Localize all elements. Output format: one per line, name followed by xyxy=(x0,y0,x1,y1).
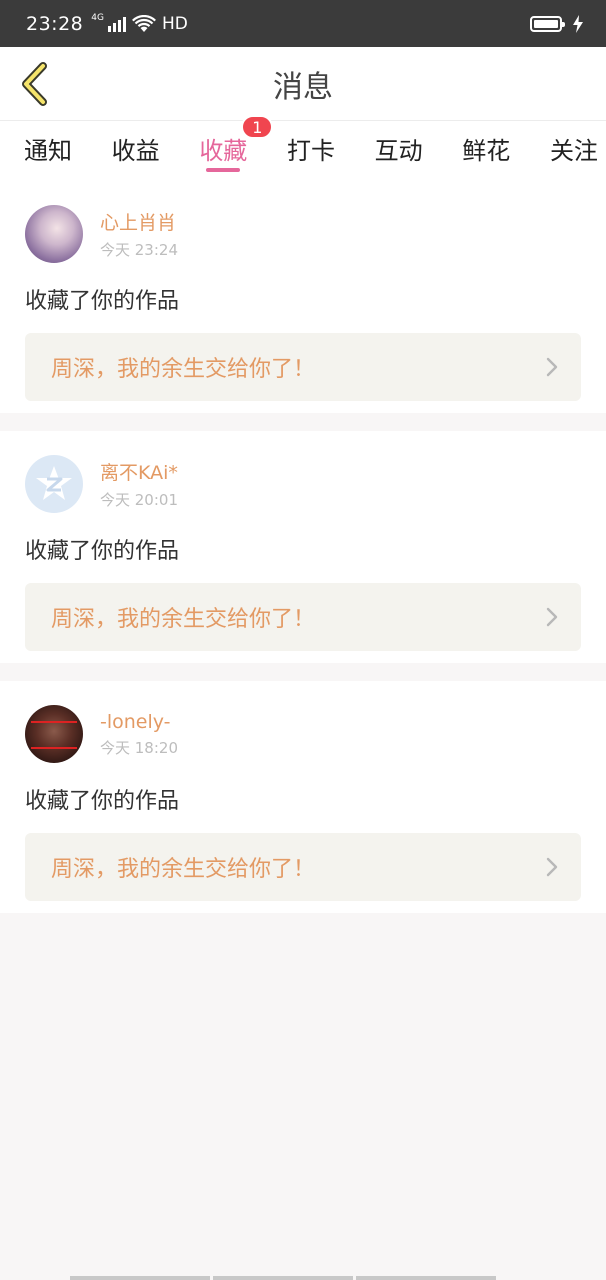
status-icons: 4G HD xyxy=(91,14,188,34)
tab-bar: 通知 收益 收藏 1 打卡 互动 鲜花 关注 xyxy=(0,115,606,181)
tab-interaction[interactable]: 互动 xyxy=(375,121,423,181)
active-tab-indicator xyxy=(206,168,241,172)
message-text: 收藏了你的作品 xyxy=(25,789,180,814)
chevron-right-icon xyxy=(546,857,558,877)
message-header: 心上肖肖 今天 23:24 xyxy=(25,205,581,263)
app-header: 消息 xyxy=(0,47,606,121)
work-link[interactable]: 周深，我的余生交给你了！ xyxy=(25,833,581,901)
default-avatar-icon xyxy=(36,466,72,500)
hd-label: HD xyxy=(161,13,188,34)
gesture-bar xyxy=(70,1276,496,1280)
user-name[interactable]: 离不KAi* xyxy=(100,458,178,485)
work-link[interactable]: 周深，我的余生交给你了！ xyxy=(25,333,581,401)
tab-label: 收藏 xyxy=(199,137,248,165)
tab-label: 互动 xyxy=(374,137,423,165)
chevron-left-icon xyxy=(22,62,47,106)
message-time: 今天 18:20 xyxy=(100,738,178,757)
tab-earnings[interactable]: 收益 xyxy=(112,121,160,181)
tab-label: 通知 xyxy=(24,137,72,165)
work-link[interactable]: 周深，我的余生交给你了！ xyxy=(25,583,581,651)
network-type-label: 4G xyxy=(91,13,104,23)
work-title: 周深，我的余生交给你了！ xyxy=(51,857,316,882)
status-left: 23:28 4G HD xyxy=(26,13,188,35)
tab-label: 关注 xyxy=(549,137,598,165)
avatar[interactable] xyxy=(25,205,83,263)
message-list: 心上肖肖 今天 23:24 收藏了你的作品 周深，我的余生交给你了！ 离不KAi… xyxy=(0,181,606,931)
message-text: 收藏了你的作品 xyxy=(25,539,180,564)
signal-icon xyxy=(107,16,126,32)
message-time: 今天 20:01 xyxy=(100,491,178,509)
chevron-right-icon xyxy=(546,357,558,377)
work-title: 周深，我的余生交给你了！ xyxy=(51,357,316,382)
wifi-icon xyxy=(131,14,156,32)
message-text: 收藏了你的作品 xyxy=(25,289,180,314)
battery-icon xyxy=(530,14,584,33)
page-title: 消息 xyxy=(273,69,333,105)
user-meta: -lonely- 今天 18:20 xyxy=(100,711,178,758)
message-time: 今天 23:24 xyxy=(100,241,178,259)
message-item: 心上肖肖 今天 23:24 收藏了你的作品 周深，我的余生交给你了！ xyxy=(0,181,606,413)
tab-label: 收益 xyxy=(111,137,160,165)
tab-favorites[interactable]: 收藏 1 xyxy=(199,115,274,181)
tab-label: 鲜花 xyxy=(462,137,511,165)
work-title: 周深，我的余生交给你了！ xyxy=(51,607,316,632)
tab-follow[interactable]: 关注 xyxy=(550,121,598,181)
message-item: -lonely- 今天 18:20 收藏了你的作品 周深，我的余生交给你了！ xyxy=(0,681,606,913)
avatar[interactable] xyxy=(25,705,83,763)
tab-label: 打卡 xyxy=(286,137,335,165)
unread-badge: 1 xyxy=(241,115,274,139)
tab-flowers[interactable]: 鲜花 xyxy=(462,121,510,181)
message-item: 离不KAi* 今天 20:01 收藏了你的作品 周深，我的余生交给你了！ xyxy=(0,431,606,663)
user-meta: 心上肖肖 今天 23:24 xyxy=(100,208,178,260)
message-header: -lonely- 今天 18:20 xyxy=(25,705,581,763)
chevron-right-icon xyxy=(546,607,558,627)
status-bar: 23:28 4G HD xyxy=(0,0,606,47)
user-name[interactable]: -lonely- xyxy=(100,711,178,733)
back-button[interactable] xyxy=(14,61,54,107)
tab-checkin[interactable]: 打卡 xyxy=(287,121,335,181)
user-meta: 离不KAi* 今天 20:01 xyxy=(100,458,178,510)
avatar[interactable] xyxy=(25,455,83,513)
status-time: 23:28 xyxy=(26,12,84,35)
user-name[interactable]: 心上肖肖 xyxy=(100,208,178,235)
message-header: 离不KAi* 今天 20:01 xyxy=(25,455,581,513)
tab-notifications[interactable]: 通知 xyxy=(24,121,72,181)
charging-icon xyxy=(573,14,583,33)
